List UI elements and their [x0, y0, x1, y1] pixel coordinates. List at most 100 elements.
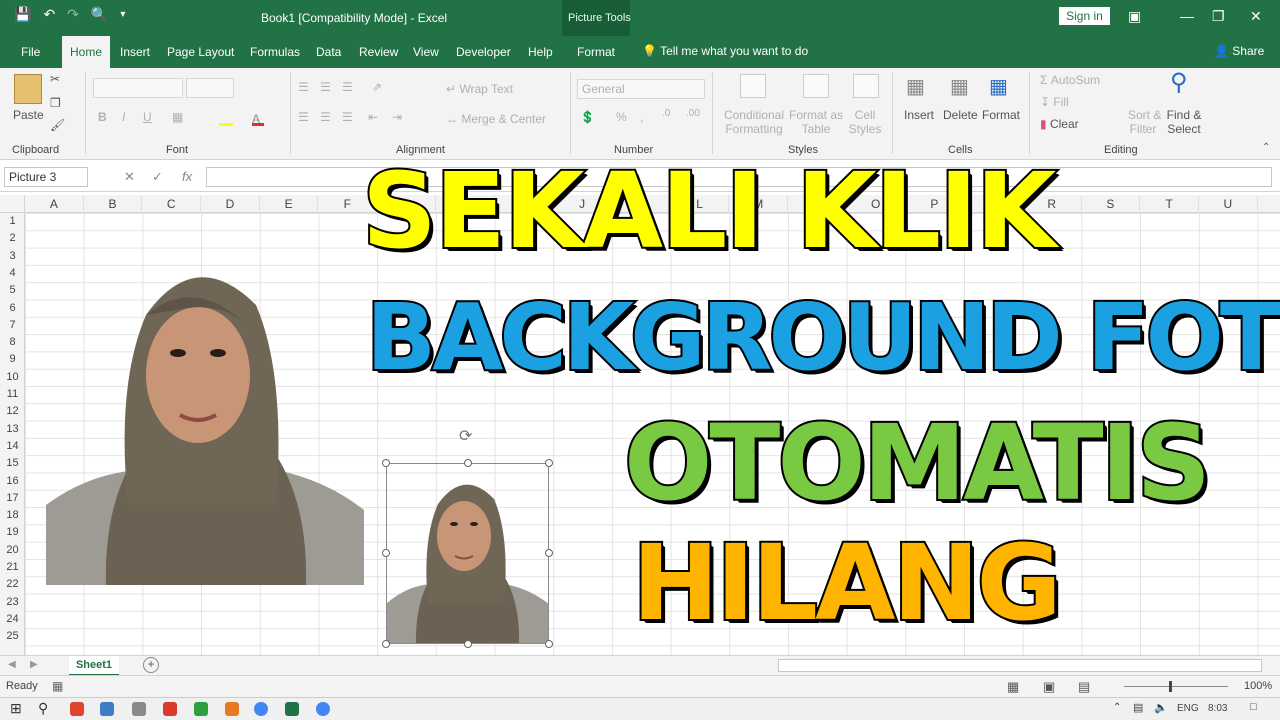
row-header-6[interactable]: 6 [0, 300, 25, 317]
autosum-button[interactable]: Σ AutoSum [1040, 73, 1100, 87]
search-icon[interactable]: ⚲ [38, 700, 48, 717]
align-left-icon[interactable]: ☰ [298, 110, 309, 124]
ribbon-display-icon[interactable]: ▣ [1128, 8, 1141, 25]
row-header-22[interactable]: 22 [0, 576, 25, 593]
horizontal-scrollbar[interactable] [778, 659, 1262, 672]
percent-icon[interactable]: % [616, 110, 627, 124]
tab-data[interactable]: Data [316, 45, 341, 59]
orientation-icon[interactable]: ⇗ [372, 80, 382, 94]
rotate-handle-icon[interactable]: ⟳ [459, 426, 472, 446]
row-header-5[interactable]: 5 [0, 282, 25, 299]
column-header-b[interactable]: B [84, 195, 143, 213]
prev-sheet-icon[interactable]: ◀ [8, 659, 16, 670]
decrease-indent-icon[interactable]: ⇤ [368, 110, 378, 124]
row-header-17[interactable]: 17 [0, 490, 25, 507]
resize-handle-s[interactable] [464, 640, 472, 648]
app-icon-3[interactable] [132, 702, 146, 716]
tab-developer[interactable]: Developer [456, 45, 511, 59]
fill-color-icon[interactable] [219, 112, 233, 126]
increase-decimal-icon[interactable]: .0 [662, 108, 670, 119]
macro-record-icon[interactable]: ▦ [52, 679, 63, 693]
accounting-format-icon[interactable]: 💲 [580, 110, 595, 124]
font-name-select[interactable] [93, 78, 183, 98]
font-size-select[interactable] [186, 78, 234, 98]
cut-icon[interactable]: ✂ [50, 72, 60, 86]
format-as-table-button[interactable]: Format as Table [788, 108, 844, 136]
app-icon-6[interactable] [225, 702, 239, 716]
cancel-icon[interactable]: ✕ [124, 169, 135, 185]
align-bottom-icon[interactable]: ☰ [342, 80, 353, 94]
tab-page-layout[interactable]: Page Layout [167, 45, 234, 59]
align-right-icon[interactable]: ☰ [342, 110, 353, 124]
column-header-t[interactable]: T [1140, 195, 1199, 213]
sheet-tab-sheet1[interactable]: Sheet1 [69, 656, 119, 676]
row-header-15[interactable]: 15 [0, 455, 25, 472]
sort-filter-button[interactable]: Sort & Filter [1128, 108, 1161, 136]
row-header-7[interactable]: 7 [0, 317, 25, 334]
column-header-d[interactable]: D [201, 195, 260, 213]
normal-view-icon[interactable]: ▦ [1007, 679, 1019, 695]
insert-cells-button[interactable]: Insert [904, 108, 934, 122]
font-color-icon[interactable]: A [252, 112, 264, 126]
resize-handle-ne[interactable] [545, 459, 553, 467]
fill-button[interactable]: ↧ Fill [1040, 95, 1069, 109]
row-header-13[interactable]: 13 [0, 421, 25, 438]
row-header-8[interactable]: 8 [0, 334, 25, 351]
tab-view[interactable]: View [413, 45, 439, 59]
resize-handle-se[interactable] [545, 640, 553, 648]
column-header-a[interactable]: A [25, 195, 84, 213]
wrap-text-button[interactable]: ↵ Wrap Text [446, 82, 513, 96]
tray-expand-icon[interactable]: ⌃ [1113, 702, 1121, 713]
row-header-14[interactable]: 14 [0, 438, 25, 455]
resize-handle-n[interactable] [464, 459, 472, 467]
row-header-16[interactable]: 16 [0, 473, 25, 490]
chrome-icon[interactable] [254, 702, 268, 716]
row-header-11[interactable]: 11 [0, 386, 25, 403]
row-header-4[interactable]: 4 [0, 265, 25, 282]
clear-button[interactable]: ▮ Clear [1040, 117, 1079, 131]
align-center-icon[interactable]: ☰ [320, 110, 331, 124]
resize-handle-sw[interactable] [382, 640, 390, 648]
bold-button[interactable]: B [98, 110, 107, 124]
print-preview-icon[interactable]: 🔍 [91, 6, 108, 23]
tab-home[interactable]: Home [62, 36, 111, 68]
row-header-2[interactable]: 2 [0, 230, 25, 247]
language-indicator[interactable]: ENG [1177, 703, 1199, 714]
row-header-10[interactable]: 10 [0, 369, 25, 386]
underline-button[interactable]: U [143, 110, 152, 124]
app-icon-2[interactable] [100, 702, 114, 716]
photo-large[interactable] [46, 255, 364, 585]
format-painter-icon[interactable]: 🖌 [50, 118, 65, 132]
resize-handle-e[interactable] [545, 549, 553, 557]
customize-qat-icon[interactable]: ▾ [120, 9, 125, 20]
row-header-25[interactable]: 25 [0, 628, 25, 645]
restore-icon[interactable]: ❐ [1212, 8, 1225, 25]
minimize-icon[interactable]: — [1180, 8, 1194, 24]
column-header-e[interactable]: E [260, 195, 319, 213]
share-button[interactable]: 👤 Share [1214, 44, 1264, 58]
volume-icon[interactable]: 🔈 [1154, 701, 1168, 714]
row-header-1[interactable]: 1 [0, 213, 25, 230]
row-header-3[interactable]: 3 [0, 248, 25, 265]
next-sheet-icon[interactable]: ▶ [30, 659, 38, 670]
delete-cells-button[interactable]: Delete [943, 108, 978, 122]
row-header-9[interactable]: 9 [0, 351, 25, 368]
column-header-s[interactable]: S [1082, 195, 1141, 213]
resize-handle-w[interactable] [382, 549, 390, 557]
format-cells-button[interactable]: Format [982, 108, 1020, 122]
comma-style-icon[interactable]: , [640, 110, 643, 124]
increase-indent-icon[interactable]: ⇥ [392, 110, 402, 124]
row-header-19[interactable]: 19 [0, 524, 25, 541]
copy-icon[interactable]: ❐ [50, 96, 61, 110]
paste-button[interactable]: Paste [13, 108, 44, 122]
save-icon[interactable]: 💾 [14, 6, 31, 23]
column-header-c[interactable]: C [142, 195, 202, 213]
clock[interactable]: 8:03 [1208, 703, 1227, 714]
zoom-slider-thumb[interactable] [1169, 681, 1172, 692]
app-icon-1[interactable] [70, 702, 84, 716]
tab-file[interactable]: File [21, 45, 40, 59]
conditional-formatting-button[interactable]: Conditional Formatting [722, 108, 786, 136]
zoom-level[interactable]: 100% [1244, 680, 1272, 692]
decrease-decimal-icon[interactable]: .00 [686, 108, 700, 119]
cell-styles-button[interactable]: Cell Styles [846, 108, 884, 136]
